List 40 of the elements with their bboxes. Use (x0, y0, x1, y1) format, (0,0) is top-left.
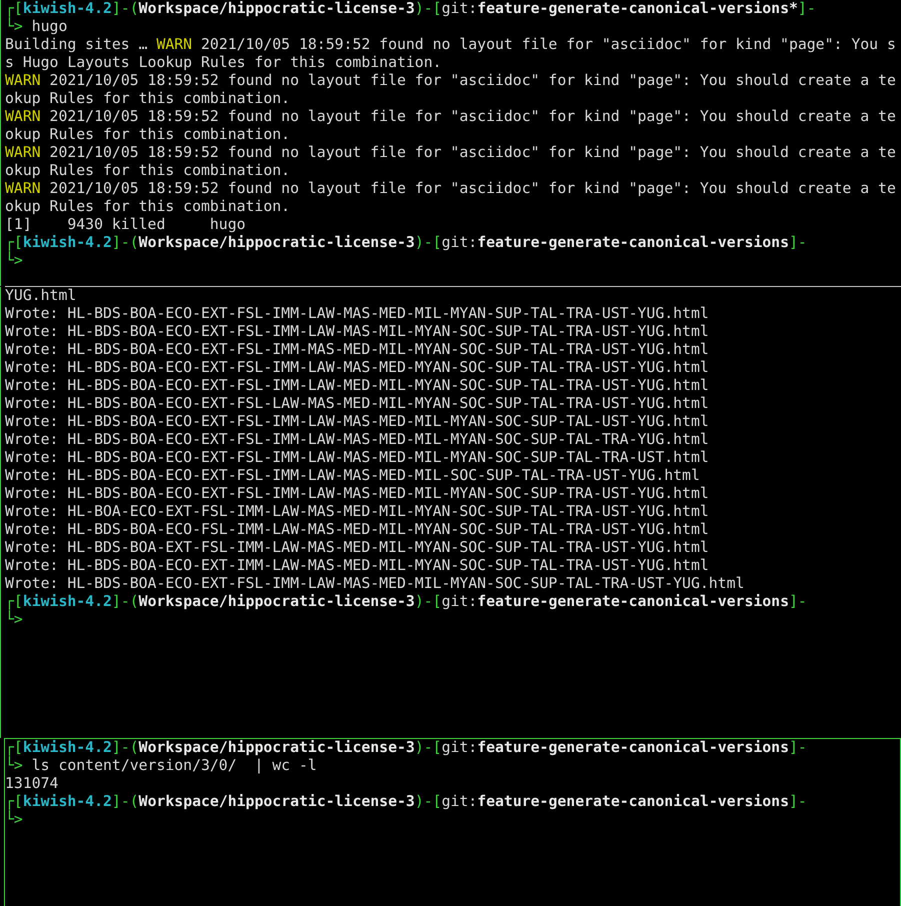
terminal-line: WARN 2021/10/05 18:59:52 found no layout file for "asciidoc" for kind "page": You should create a te (5, 180, 896, 198)
terminal-line: Wrote: HL-BDS-BOA-ECO-FSL-IMM-LAW-MAS-MED-MIL-MYAN-SOC-SUP-TAL-TRA-UST-YUG.html (5, 521, 709, 539)
terminal-line: ┌[kiwish-4.2]-(Workspace/hippocratic-license-3)-[git:feature-generate-canonical-versions]- (5, 234, 807, 251)
terminal-line: okup Rules for this combination. (5, 198, 290, 216)
terminal-line: Wrote: HL-BDS-BOA-ECO-EXT-FSL-LAW-MAS-MED-MIL-MYAN-SOC-SUP-TAL-TRA-UST-YUG.html (5, 395, 709, 413)
terminal-line: Wrote: HL-BDS-BOA-ECO-EXT-FSL-IMM-LAW-MAS-MED-MIL-SOC-SUP-TAL-TRA-UST-YUG.html (5, 467, 700, 485)
terminal-line: Wrote: HL-BDS-BOA-ECO-EXT-FSL-IMM-LAW-MAS-MED-MIL-MYAN-SUP-TAL-TRA-UST-YUG.html (5, 305, 709, 323)
terminal-line: Wrote: HL-BDS-BOA-ECO-EXT-FSL-IMM-LAW-MAS-MIL-MYAN-SOC-SUP-TAL-TRA-UST-YUG.html (5, 323, 709, 341)
terminal-line: └> (5, 811, 23, 829)
terminal-line: Wrote: HL-BDS-BOA-ECO-EXT-FSL-IMM-LAW-MAS-MED-MIL-MYAN-SOC-SUP-TAL-TRA-UST-YUG.html (5, 575, 744, 593)
terminal-line: Wrote: HL-BDS-BOA-ECO-EXT-FSL-IMM-LAW-MAS-MED-MYAN-SOC-SUP-TAL-TRA-UST-YUG.html (5, 359, 709, 377)
terminal-pane[interactable] (4, 738, 901, 906)
terminal-line: └> (5, 611, 23, 629)
terminal-line: YUG.html (5, 287, 76, 305)
terminal-line: 131074 (5, 775, 58, 793)
terminal-line: Wrote: HL-BDS-BOA-ECO-EXT-FSL-IMM-LAW-MAS-MED-MIL-MYAN-SOC-SUP-TAL-TRA-UST.html (5, 449, 709, 467)
terminal-line: okup Rules for this combination. (5, 162, 290, 180)
terminal-line: s Hugo Layouts Lookup Rules for this combination. (5, 54, 442, 72)
terminal-line: Wrote: HL-BDS-BOA-ECO-EXT-FSL-IMM-MAS-MED-MIL-MYAN-SOC-SUP-TAL-TRA-UST-YUG.html (5, 341, 709, 359)
terminal-line: ┌[kiwish-4.2]-(Workspace/hippocratic-license-3)-[git:feature-generate-canonical-versions*]- (5, 0, 816, 17)
terminal-line: Wrote: HL-BOA-ECO-EXT-FSL-IMM-LAW-MAS-MED-MIL-MYAN-SOC-SUP-TAL-TRA-UST-YUG.html (5, 503, 709, 521)
terminal-line: WARN 2021/10/05 18:59:52 found no layout file for "asciidoc" for kind "page": You should create a te (5, 72, 896, 90)
terminal-line: └> ls content/version/3/0/ | wc -l (5, 757, 317, 775)
terminal-line: └> (5, 252, 23, 270)
terminal-line: WARN 2021/10/05 18:59:52 found no layout file for "asciidoc" for kind "page": You should create a te (5, 144, 896, 162)
terminal-line: Wrote: HL-BDS-BOA-ECO-EXT-FSL-IMM-LAW-MED-MIL-MYAN-SOC-SUP-TAL-TRA-UST-YUG.html (5, 377, 709, 395)
terminal-line: ┌[kiwish-4.2]-(Workspace/hippocratic-license-3)-[git:feature-generate-canonical-versions]- (5, 739, 807, 756)
terminal-line: └> hugo (5, 18, 68, 36)
terminal-line: okup Rules for this combination. (5, 90, 290, 108)
terminal-line: WARN 2021/10/05 18:59:52 found no layout file for "asciidoc" for kind "page": You should create a te (5, 108, 896, 126)
terminal-line: ┌[kiwish-4.2]-(Workspace/hippocratic-license-3)-[git:feature-generate-canonical-versions]- (5, 793, 807, 810)
terminal-line: [1] 9430 killed hugo (5, 216, 246, 234)
terminal-line: Wrote: HL-BDS-BOA-ECO-EXT-IMM-LAW-MAS-MED-MIL-MYAN-SOC-SUP-TAL-TRA-UST-YUG.html (5, 557, 709, 575)
terminal-line: okup Rules for this combination. (5, 126, 290, 144)
terminal-line: Wrote: HL-BDS-BOA-ECO-EXT-FSL-IMM-LAW-MAS-MED-MIL-MYAN-SOC-SUP-TAL-TRA-YUG.html (5, 431, 709, 449)
terminal-line: Building sites … WARN 2021/10/05 18:59:52 found no layout file for "asciidoc" for kind "page": You s (5, 36, 896, 54)
terminal-line: Wrote: HL-BDS-BOA-ECO-EXT-FSL-IMM-LAW-MAS-MED-MIL-MYAN-SOC-SUP-TRA-UST-YUG.html (5, 485, 709, 503)
terminal-line: Wrote: HL-BDS-BOA-ECO-EXT-FSL-IMM-LAW-MAS-MED-MIL-MYAN-SOC-SUP-TAL-UST-YUG.html (5, 413, 709, 431)
terminal-line: Wrote: HL-BDS-BOA-EXT-FSL-IMM-LAW-MAS-MED-MIL-MYAN-SOC-SUP-TAL-TRA-UST-YUG.html (5, 539, 709, 557)
terminal-line: ┌[kiwish-4.2]-(Workspace/hippocratic-license-3)-[git:feature-generate-canonical-versions]- (5, 593, 807, 610)
